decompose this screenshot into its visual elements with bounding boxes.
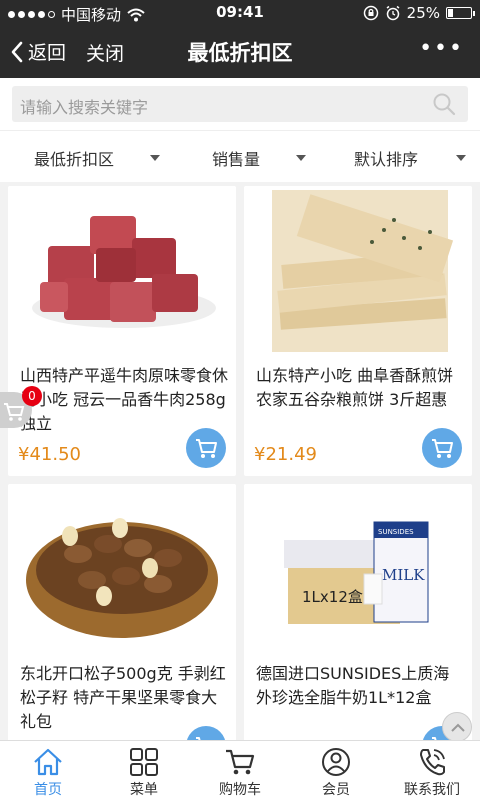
filter-discount[interactable]: 最低折扣区: [34, 146, 161, 170]
tab-label: 购物车: [219, 782, 261, 798]
milk-box-text: 1Lx12盒: [302, 588, 363, 606]
product-price: ¥21.49: [254, 444, 317, 465]
dropdown-arrow-icon: [150, 155, 161, 161]
tab-label: 联系我们: [404, 782, 460, 798]
filter-sort[interactable]: 默认排序: [354, 146, 467, 170]
product-card[interactable]: 1Lx12盒 SUNSIDES MILK 德国进口SUNSIDES上质海外珍选全…: [244, 484, 472, 746]
tab-label: 首页: [34, 782, 62, 798]
dropdown-arrow-icon: [296, 155, 307, 161]
filter-label: 销售量: [212, 150, 261, 169]
product-price: ¥41.50: [18, 444, 81, 465]
filter-label: 默认排序: [354, 150, 419, 169]
tab-label: 会员: [322, 782, 350, 798]
filter-label: 最低折扣区: [34, 150, 115, 169]
milk-carton-text: MILK: [382, 566, 425, 584]
back-to-top-button[interactable]: [442, 712, 472, 742]
product-card[interactable]: 山东特产小吃 曲阜香酥煎饼 农家五谷杂粮煎饼 3斤超惠 ¥21.49: [244, 186, 472, 476]
filter-sales[interactable]: 销售量: [212, 146, 307, 170]
status-bar: 中国移动 09:41 25%: [0, 0, 480, 26]
product-image-beef: [8, 186, 236, 356]
add-to-cart-button[interactable]: [422, 428, 462, 468]
cart-icon: [226, 749, 255, 775]
product-image-milk: 1Lx12盒 SUNSIDES MILK: [244, 484, 472, 654]
product-name[interactable]: 德国进口SUNSIDES上质海外珍选全脂牛奶1L*12盒: [256, 662, 464, 710]
nav-bar: 返回 关闭 最低折扣区 •••: [0, 26, 480, 78]
tab-member[interactable]: 会员: [288, 747, 384, 799]
search-icon[interactable]: [432, 92, 456, 116]
product-image-pine-nuts: [8, 484, 236, 654]
tab-cart[interactable]: 购物车: [192, 747, 288, 799]
lock-rotation-icon: [363, 5, 378, 21]
tab-contact[interactable]: 联系我们: [384, 747, 480, 799]
search-placeholder: 请输入搜索关键字: [20, 98, 149, 117]
product-name[interactable]: 山东特产小吃 曲阜香酥煎饼 农家五谷杂粮煎饼 3斤超惠: [256, 364, 464, 412]
phone-icon: [420, 749, 445, 776]
cart-icon: [432, 439, 453, 458]
product-image-jianbing: [244, 186, 472, 356]
product-name[interactable]: 山西特产平遥牛肉原味零食休闲小吃 冠云一品香牛肉258g独立: [20, 364, 228, 436]
tab-label: 菜单: [130, 782, 158, 798]
battery-percent: 25%: [406, 4, 440, 22]
alarm-icon: [386, 5, 400, 21]
battery-icon: [446, 7, 475, 19]
more-button[interactable]: •••: [419, 36, 464, 61]
search-bar: 请输入搜索关键字: [0, 78, 480, 130]
cart-icon: [196, 439, 217, 458]
add-to-cart-button[interactable]: [186, 428, 226, 468]
tab-home[interactable]: 首页: [0, 747, 96, 799]
dropdown-arrow-icon: [456, 155, 467, 161]
product-name[interactable]: 东北开口松子500g克 手剥红松子籽 特产干果坚果零食大礼包: [20, 662, 228, 734]
tab-menu[interactable]: 菜单: [96, 747, 192, 799]
product-card[interactable]: 东北开口松子500g克 手剥红松子籽 特产干果坚果零食大礼包: [8, 484, 236, 746]
cart-count-badge: 0: [22, 386, 42, 406]
page-title: 最低折扣区: [187, 41, 293, 65]
grid-icon: [130, 748, 158, 776]
user-icon: [322, 748, 350, 776]
chevron-up-icon: [451, 723, 465, 732]
tab-bar: 首页 菜单 购物车 会员 联系我们: [0, 740, 480, 800]
search-input[interactable]: 请输入搜索关键字: [12, 86, 468, 122]
product-card[interactable]: 山西特产平遥牛肉原味零食休闲小吃 冠云一品香牛肉258g独立 ¥41.50: [8, 186, 236, 476]
filter-bar: 最低折扣区 销售量 默认排序: [0, 130, 480, 182]
home-icon: [34, 748, 62, 776]
status-right: 25%: [363, 4, 475, 22]
milk-brand-text: SUNSIDES: [378, 528, 414, 536]
